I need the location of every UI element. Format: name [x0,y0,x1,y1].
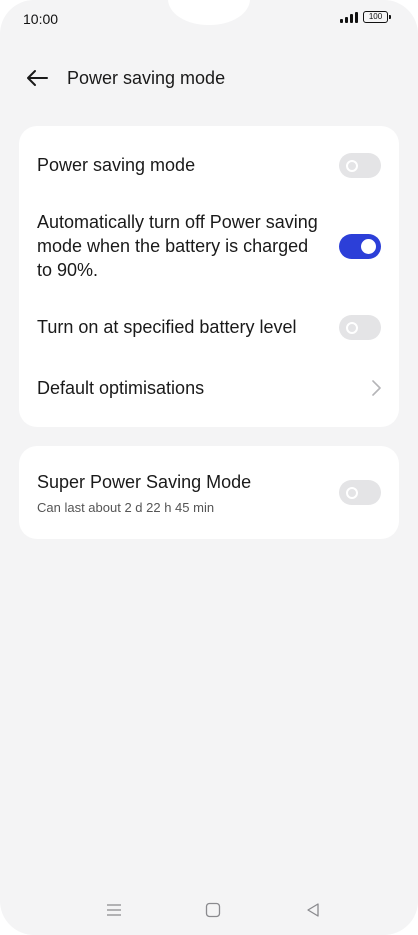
home-icon[interactable] [202,899,224,921]
auto-turn-off-label: Automatically turn off Power saving mode… [37,212,318,280]
super-power-saving-sublabel: Can last about 2 d 22 h 45 min [37,500,215,515]
status-bar: 10:00 100 [0,0,418,36]
status-icons: 100 [340,11,391,23]
default-optimisations-row[interactable]: Default optimisations [19,358,399,418]
status-time: 10:00 [23,11,59,27]
super-power-saving-toggle[interactable] [339,480,381,505]
battery-icon: 100 [363,11,391,23]
power-saving-mode-label: Power saving mode [37,155,196,175]
back-triangle-icon[interactable] [302,899,324,921]
super-power-saving-row[interactable]: Super Power Saving Mode Can last about 2… [19,446,399,539]
signal-icon [340,11,358,23]
power-saving-settings-card: Power saving mode Automatically turn off… [19,126,399,427]
arrow-left-icon[interactable] [24,66,50,90]
specified-battery-level-label: Turn on at specified battery level [37,317,297,337]
default-optimisations-label: Default optimisations [37,378,205,398]
power-saving-mode-row[interactable]: Power saving mode [19,126,399,206]
auto-turn-off-row[interactable]: Automatically turn off Power saving mode… [19,206,399,296]
navigation-bar [0,885,418,935]
specified-battery-level-toggle[interactable] [339,315,381,340]
chevron-right-icon [372,380,381,396]
specified-battery-level-row[interactable]: Turn on at specified battery level [19,296,399,358]
power-saving-mode-toggle[interactable] [339,153,381,178]
phone-screen: 10:00 100 Power saving mode Power saving… [0,0,418,935]
super-power-saving-label: Super Power Saving Mode [37,472,252,492]
menu-icon[interactable] [103,899,125,921]
super-power-saving-card: Super Power Saving Mode Can last about 2… [19,446,399,539]
page-title: Power saving mode [67,68,226,88]
app-header: Power saving mode [0,56,418,100]
auto-turn-off-toggle[interactable] [339,234,381,259]
